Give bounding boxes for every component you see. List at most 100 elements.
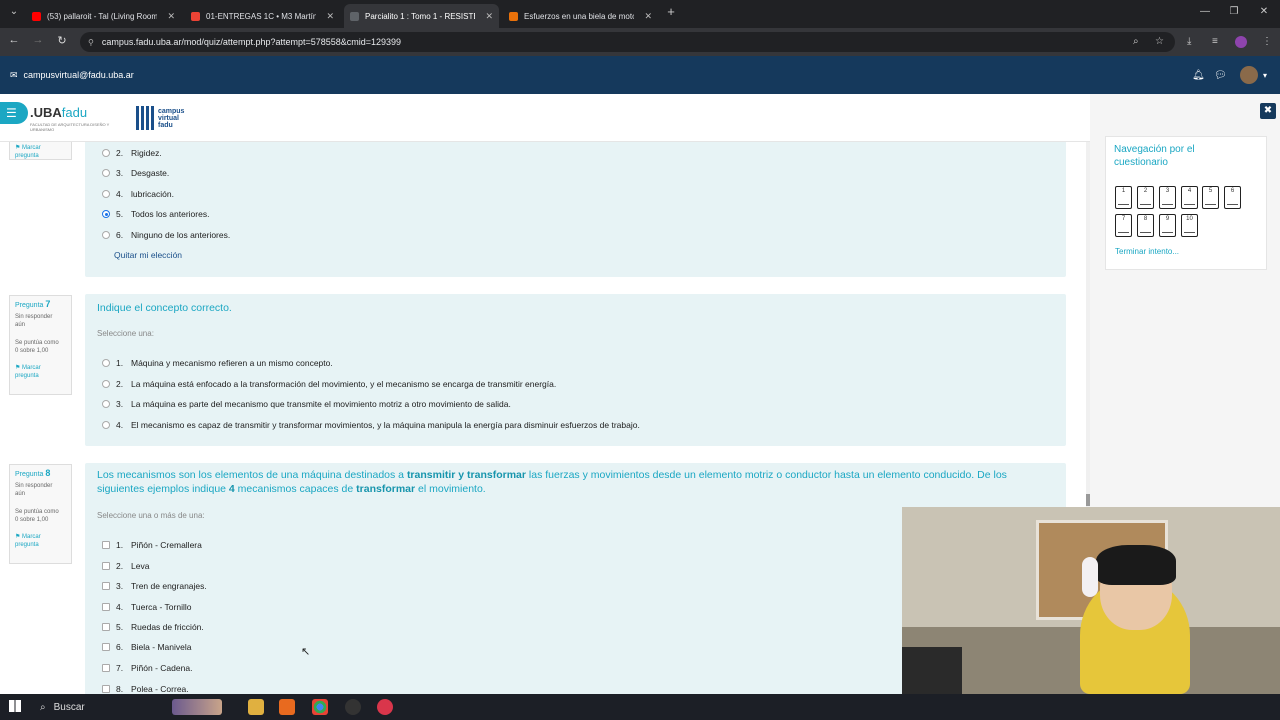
- maximize-icon[interactable]: ❐: [1224, 6, 1244, 17]
- answer-option[interactable]: 1. Máquina y mecanismo refieren a un mism…: [85, 356, 333, 370]
- flag-question-link[interactable]: ⚑ Marcar pregunta: [15, 533, 66, 549]
- quiz-nav-button-9[interactable]: 9: [1159, 214, 1176, 237]
- back-icon[interactable]: ←: [6, 34, 22, 46]
- campus-virtual-logo[interactable]: campus virtual fadu: [136, 106, 194, 130]
- chrome-icon[interactable]: [312, 699, 328, 715]
- answer-option[interactable]: 2. Rigidez.: [85, 146, 162, 160]
- radio-button[interactable]: [102, 359, 110, 367]
- file-explorer-icon[interactable]: [248, 699, 264, 715]
- radio-button[interactable]: [102, 190, 110, 198]
- checkbox[interactable]: [102, 541, 110, 549]
- finish-attempt-link[interactable]: Terminar intento...: [1115, 247, 1179, 256]
- site-info-icon[interactable]: ⚲: [88, 38, 94, 47]
- profile-avatar[interactable]: [1235, 36, 1247, 48]
- quiz-nav-button-6[interactable]: 6: [1224, 186, 1241, 209]
- answer-option[interactable]: 6. Ninguno de los anteriores.: [85, 228, 230, 242]
- answer-checkbox-option[interactable]: 8. Polea - Correa.: [85, 682, 189, 694]
- quiz-nav-button-8[interactable]: 8: [1137, 214, 1154, 237]
- checkbox[interactable]: [102, 562, 110, 570]
- question-number: Pregunta 8: [15, 469, 66, 479]
- windows-start-icon[interactable]: [9, 700, 21, 712]
- browser-tab-2[interactable]: 01-ENTREGAS 1C • M3 Martín ✕: [185, 4, 340, 28]
- close-tab-icon[interactable]: ✕: [644, 11, 652, 22]
- radio-button-checked[interactable]: [102, 210, 110, 218]
- notification-bell-icon[interactable]: 🔔︎: [1192, 70, 1205, 81]
- answer-checkbox-option[interactable]: 1. Piñón - Cremallera: [85, 538, 202, 552]
- answer-option[interactable]: 3. Desgaste.: [85, 166, 169, 180]
- answer-checkbox-option[interactable]: 6. Biela - Manivela: [85, 640, 191, 654]
- close-tab-icon[interactable]: ✕: [167, 11, 175, 22]
- downloads-icon[interactable]: ⤓: [1187, 36, 1191, 47]
- answer-option[interactable]: 4. lubricación.: [85, 187, 174, 201]
- user-avatar[interactable]: [1240, 66, 1258, 84]
- checkbox[interactable]: [102, 664, 110, 672]
- uba-fadu-logo[interactable]: .UBAfadu: [30, 105, 87, 120]
- radio-button[interactable]: [102, 421, 110, 429]
- flag-label: Marcar: [22, 145, 41, 151]
- quiz-nav-button-7[interactable]: 7: [1115, 214, 1132, 237]
- quiz-nav-button-3[interactable]: 3: [1159, 186, 1176, 209]
- webcam-overlay: [902, 507, 1280, 694]
- minimize-icon[interactable]: —: [1195, 6, 1215, 17]
- quiz-nav-button-4[interactable]: 4: [1181, 186, 1198, 209]
- forward-icon[interactable]: →: [30, 34, 46, 46]
- option-number: 3.: [116, 581, 124, 591]
- user-menu-chevron-icon[interactable]: ▾: [1263, 71, 1267, 80]
- checkbox[interactable]: [102, 623, 110, 631]
- browser-tab-3-active[interactable]: Parcialito 1 : Tomo 1 - RESISTEN ✕: [344, 4, 499, 28]
- answer-checkbox-option[interactable]: 5. Ruedas de fricción.: [85, 620, 204, 634]
- answer-checkbox-option[interactable]: 4. Tuerca - Tornillo: [85, 600, 191, 614]
- checkbox[interactable]: [102, 643, 110, 651]
- contact-email[interactable]: campusvirtual@fadu.uba.ar: [24, 70, 134, 80]
- radio-button[interactable]: [102, 149, 110, 157]
- quiz-nav-button-10[interactable]: 10: [1181, 214, 1198, 237]
- option-number: 5.: [116, 209, 124, 219]
- reading-list-icon[interactable]: ≡: [1212, 36, 1218, 47]
- answer-checkbox-option[interactable]: 2. Leva: [85, 559, 149, 573]
- bookmark-star-icon[interactable]: ☆: [1155, 36, 1164, 47]
- zoom-icon[interactable]: ⌕: [1133, 36, 1139, 47]
- flag-question-link[interactable]: ⚑ Marcar pregunta: [15, 364, 66, 380]
- quiz-nav-button-2[interactable]: 2: [1137, 186, 1154, 209]
- flag-question-link[interactable]: ⚑ Marcar pregunta: [15, 144, 66, 160]
- answer-option[interactable]: 4. El mecanismo es capaz de transmitir y …: [85, 418, 640, 432]
- checkbox[interactable]: [102, 582, 110, 590]
- new-tab-icon[interactable]: +: [661, 4, 681, 19]
- answer-checkbox-option[interactable]: 7. Piñón - Cadena.: [85, 661, 192, 675]
- browser-tab-1[interactable]: (53) pallaroit - Tal (Living Room ✕: [26, 4, 181, 28]
- address-bar[interactable]: ⚲ campus.fadu.uba.ar/mod/quiz/attempt.ph…: [80, 32, 1175, 52]
- quiz-nav-button-1[interactable]: 1: [1115, 186, 1132, 209]
- browser-tab-4[interactable]: Esfuerzos en una biela de moto ✕: [503, 4, 658, 28]
- answer-option[interactable]: 3. La máquina es parte del mecanismo que …: [85, 397, 511, 411]
- reload-icon[interactable]: ↻: [54, 34, 70, 47]
- radio-button[interactable]: [102, 169, 110, 177]
- flag-label: pregunta: [15, 373, 39, 379]
- person-hair: [1096, 545, 1176, 585]
- radio-button[interactable]: [102, 400, 110, 408]
- tab-search-icon[interactable]: ⌄: [4, 6, 24, 17]
- app-icon[interactable]: [279, 699, 295, 715]
- answer-option-selected[interactable]: 5. Todos los anteriores.: [85, 207, 209, 221]
- hamburger-menu-icon[interactable]: ☰: [0, 102, 28, 124]
- radio-button[interactable]: [102, 231, 110, 239]
- obs-icon[interactable]: [345, 699, 361, 715]
- close-drawer-icon[interactable]: ✖: [1260, 103, 1276, 119]
- clear-choice-link[interactable]: Quitar mi elección: [114, 250, 182, 260]
- answer-checkbox-option[interactable]: 3. Tren de engranajes.: [85, 579, 207, 593]
- close-tab-icon[interactable]: ✕: [326, 11, 334, 22]
- option-text: Leva: [131, 561, 150, 571]
- checkbox[interactable]: [102, 603, 110, 611]
- close-window-icon[interactable]: ✕: [1254, 6, 1274, 17]
- close-tab-icon[interactable]: ✕: [485, 11, 493, 22]
- search-highlight-image[interactable]: [172, 699, 222, 715]
- answer-option[interactable]: 2. La máquina está enfocado a la transfor…: [85, 377, 556, 391]
- app-icon[interactable]: [377, 699, 393, 715]
- option-number: 3.: [116, 168, 124, 178]
- messages-icon[interactable]: 💬︎: [1214, 70, 1227, 81]
- menu-kebab-icon[interactable]: ⋮: [1262, 36, 1272, 47]
- checkbox[interactable]: [102, 685, 110, 693]
- option-text: Polea - Correa.: [131, 684, 189, 694]
- quiz-nav-button-5[interactable]: 5: [1202, 186, 1219, 209]
- radio-button[interactable]: [102, 380, 110, 388]
- question-label: Pregunta: [15, 471, 44, 478]
